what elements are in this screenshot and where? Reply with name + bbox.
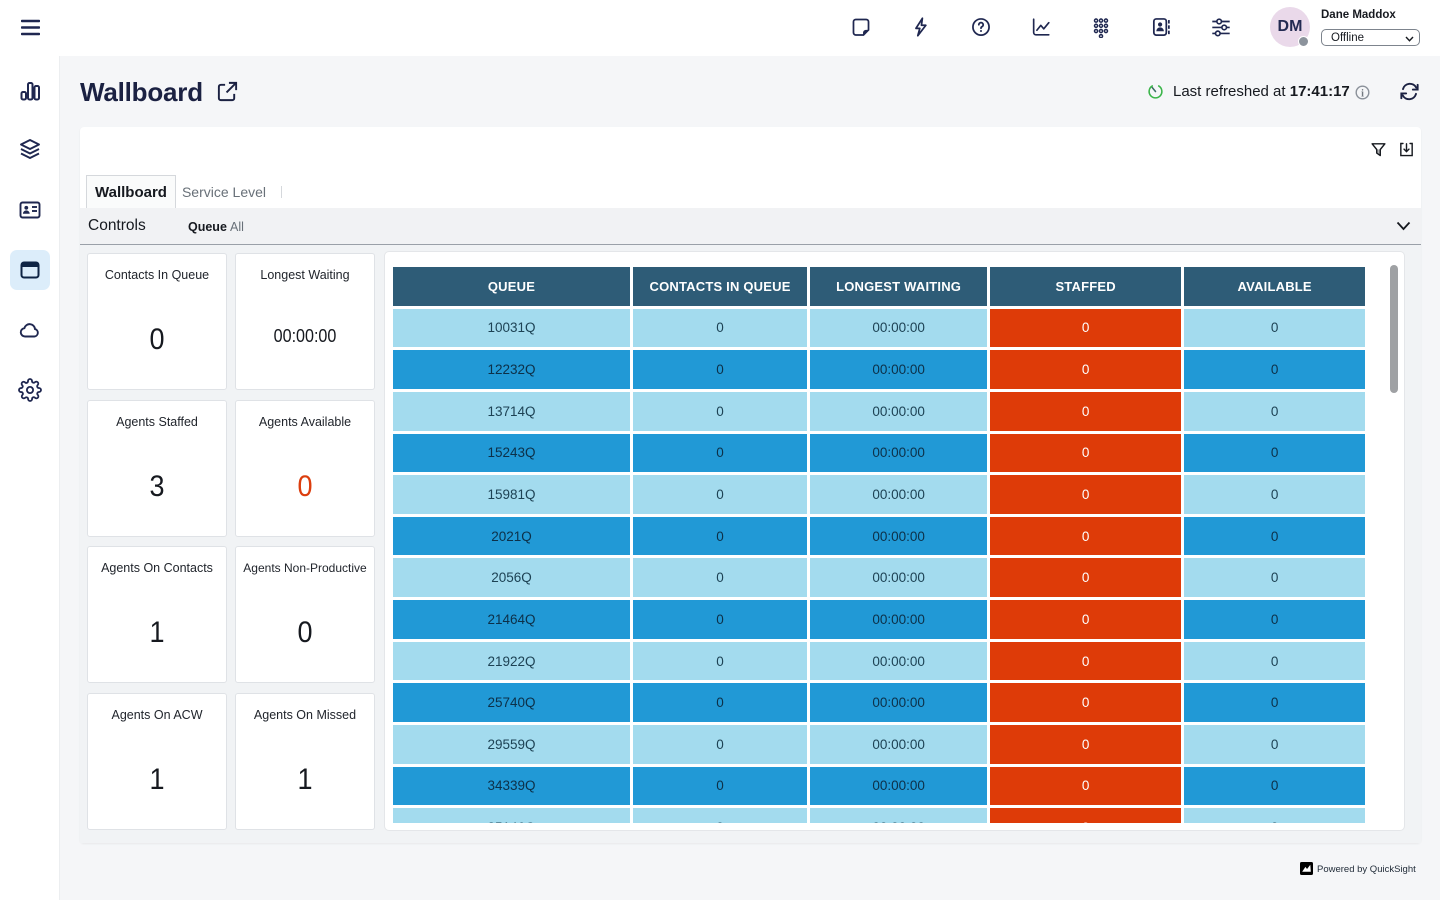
svg-text:i: i	[1361, 88, 1364, 99]
